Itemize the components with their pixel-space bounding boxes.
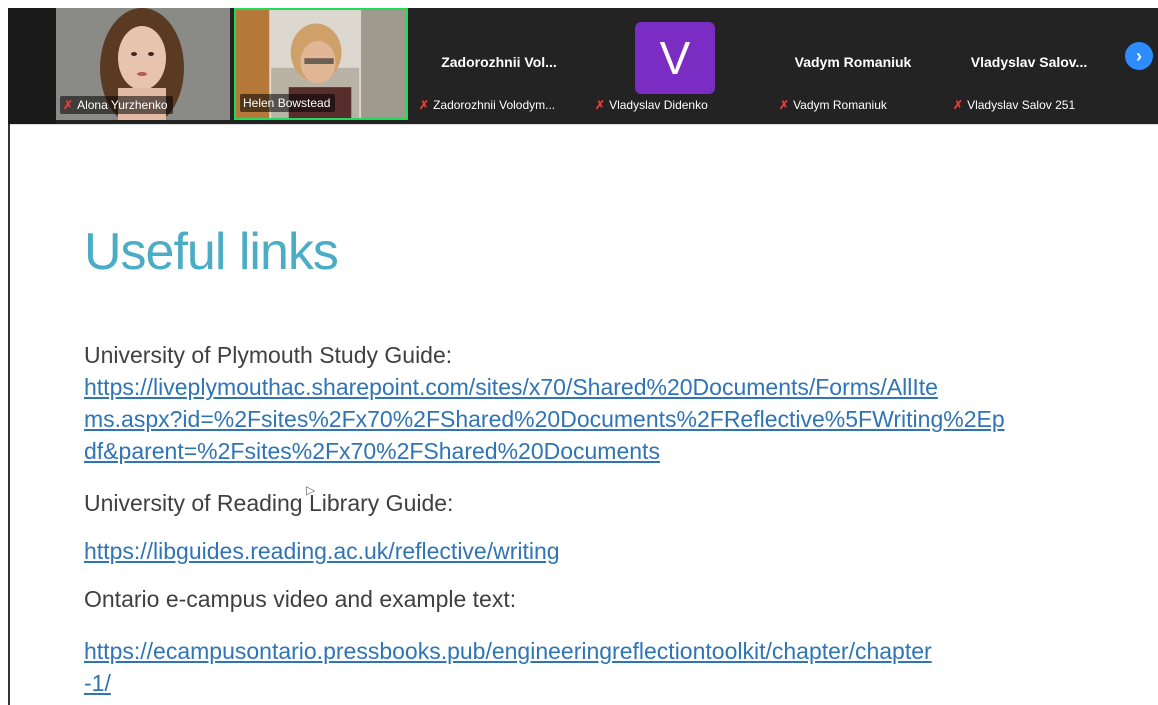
- participant-tile-zadorozhnii[interactable]: Zadorozhnii Vol... ✗ Zadorozhnii Volodym.…: [412, 8, 586, 120]
- mic-muted-icon: ✗: [779, 98, 790, 112]
- avatar: V: [635, 22, 715, 94]
- reading-link[interactable]: https://libguides.reading.ac.uk/reflecti…: [84, 538, 560, 565]
- mic-muted-icon: ✗: [953, 98, 964, 112]
- mouse-cursor-icon: ▷: [306, 483, 316, 497]
- participant-label: ✗ Alona Yurzhenko: [60, 96, 173, 114]
- participant-label: ✗ Vladyslav Salov 251: [953, 98, 1076, 112]
- plymouth-label: University of Plymouth Study Guide:: [84, 342, 453, 368]
- ontario-link-line-1[interactable]: https://ecampusontario.pressbooks.pub/en…: [84, 638, 932, 665]
- chevron-right-icon: ›: [1136, 46, 1142, 66]
- slide-title: Useful links: [84, 223, 339, 281]
- plymouth-link-line-2[interactable]: ms.aspx?id=%2Fsites%2Fx70%2FShared%20Doc…: [84, 406, 1005, 433]
- participant-label: ✗ Zadorozhnii Volodym...: [419, 98, 556, 112]
- ontario-link-line-2[interactable]: -1/: [84, 670, 111, 697]
- participant-label: ✗ Vadym Romaniuk: [779, 98, 887, 112]
- video-gallery-bar: ✗ Alona Yurzhenko Helen Bowstead Zadorozh…: [8, 8, 1158, 124]
- plymouth-link-line-1[interactable]: https://liveplymouthac.sharepoint.com/si…: [84, 374, 938, 401]
- participant-gallery: ✗ Alona Yurzhenko Helen Bowstead Zadorozh…: [56, 8, 1158, 124]
- slide-left-edge: [8, 124, 10, 705]
- participant-display-name: Vadym Romaniuk: [794, 54, 912, 70]
- page-caption-remnant: [0, 0, 1158, 8]
- participant-display-name: Zadorozhnii Vol...: [441, 54, 557, 70]
- participant-label: Helen Bowstead: [240, 94, 336, 112]
- ontario-label: Ontario e-campus video and example text:: [84, 586, 517, 612]
- mic-muted-icon: ✗: [595, 98, 606, 112]
- mic-muted-icon: ✗: [63, 98, 74, 112]
- participant-tile-helen[interactable]: Helen Bowstead: [234, 8, 408, 120]
- gallery-next-page-button[interactable]: ›: [1125, 42, 1153, 70]
- reading-label: University of Reading Library Guide:: [84, 490, 454, 516]
- participant-tile-vladyslav-salov[interactable]: Vladyslav Salov... ✗ Vladyslav Salov 251: [942, 8, 1116, 120]
- participant-label: ✗ Vladyslav Didenko: [595, 98, 708, 112]
- mic-muted-icon: ✗: [419, 98, 430, 112]
- participant-tile-vadym[interactable]: Vadym Romaniuk ✗ Vadym Romaniuk: [766, 8, 940, 120]
- plymouth-link-line-3[interactable]: df&parent=%2Fsites%2Fx70%2FShared%20Docu…: [84, 438, 660, 465]
- slide-top-edge: [8, 124, 1158, 125]
- participant-tile-alona[interactable]: ✗ Alona Yurzhenko: [56, 8, 230, 120]
- participant-tile-vladyslav-didenko[interactable]: V ✗ Vladyslav Didenko: [588, 8, 762, 120]
- participant-display-name: Vladyslav Salov...: [970, 54, 1088, 70]
